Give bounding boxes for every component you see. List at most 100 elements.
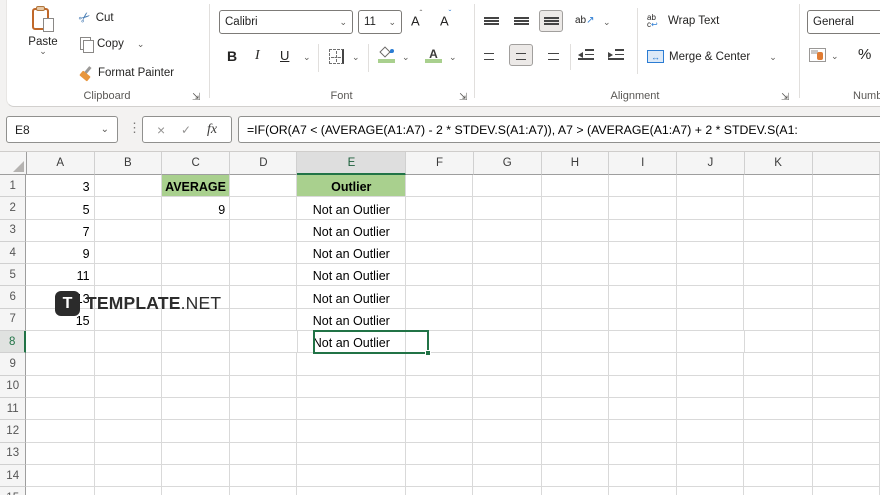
font-color-button[interactable]: A [425,47,442,63]
cell-C5[interactable] [162,264,230,286]
cell-J7[interactable] [677,309,744,331]
col-header-H[interactable]: H [542,152,609,175]
cell-A9[interactable] [26,353,94,375]
cell-L6[interactable] [813,286,880,308]
cell-G11[interactable] [473,398,541,420]
cancel-icon[interactable]: × [157,122,165,138]
cell-J12[interactable] [677,420,744,442]
italic-button[interactable]: I [255,48,260,64]
cell-B12[interactable] [95,420,162,442]
cell-K4[interactable] [744,242,812,264]
cell-H15[interactable] [542,487,609,495]
cell-B9[interactable] [95,353,162,375]
cell-I11[interactable] [609,398,677,420]
row-header-1[interactable]: 1 [0,175,26,197]
cell-B15[interactable] [95,487,162,495]
cell-A11[interactable] [26,398,94,420]
cell-E4[interactable]: Not an Outlier [297,242,406,264]
cell-A2[interactable]: 5 [26,197,94,219]
row-header-2[interactable]: 2 [0,197,26,219]
font-name-select[interactable]: Calibri ⌄ [219,10,353,34]
cell-D14[interactable] [230,465,297,487]
cell-L10[interactable] [813,376,880,398]
cell-D11[interactable] [230,398,297,420]
cell-A12[interactable] [26,420,94,442]
cell-F14[interactable] [406,465,473,487]
cell-F10[interactable] [406,376,473,398]
cell-H13[interactable] [542,443,609,465]
font-color-chevron-icon[interactable]: ⌄ [449,54,457,60]
font-dialog-launcher-icon[interactable]: ⇲ [459,92,467,103]
cell-A3[interactable]: 7 [26,220,94,242]
cell-F1[interactable] [406,175,473,197]
merge-center-button[interactable]: ↔ Merge & Center ⌄ [647,50,777,63]
cell-G8[interactable] [473,331,541,353]
cell-E13[interactable] [297,443,406,465]
cell-L1[interactable] [813,175,880,197]
cell-L4[interactable] [813,242,880,264]
cell-A5[interactable]: 11 [26,264,94,286]
cell-H8[interactable] [542,331,609,353]
cell-E7[interactable]: Not an Outlier [297,309,406,331]
cell-E8[interactable]: Not an Outlier [298,331,407,353]
cell-H5[interactable] [542,264,609,286]
cell-L15[interactable] [813,487,880,495]
cell-K2[interactable] [744,197,812,219]
col-header-B[interactable]: B [95,152,162,175]
cell-F6[interactable] [406,286,473,308]
cell-K15[interactable] [744,487,812,495]
cell-D7[interactable] [230,309,297,331]
row-header-6[interactable]: 6 [0,286,26,308]
cell-C14[interactable] [162,465,230,487]
cell-K12[interactable] [744,420,812,442]
cell-C9[interactable] [162,353,230,375]
cell-A13[interactable] [26,443,94,465]
cell-J4[interactable] [677,242,744,264]
name-box[interactable]: E8 ⌄ [6,116,118,143]
cell-C13[interactable] [162,443,230,465]
cell-H1[interactable] [542,175,609,197]
cell-C3[interactable] [162,220,230,242]
select-all-corner[interactable] [0,152,27,175]
merge-center-chevron-icon[interactable]: ⌄ [769,54,777,60]
increase-indent-button[interactable] [608,49,624,60]
cell-F5[interactable] [406,264,473,286]
col-header-F[interactable]: F [406,152,473,175]
cell-J10[interactable] [677,376,744,398]
percent-style-button[interactable]: % [858,46,871,63]
cell-I1[interactable] [609,175,677,197]
cell-L3[interactable] [813,220,880,242]
cell-D3[interactable] [230,220,297,242]
row-header-13[interactable]: 13 [0,443,26,465]
cell-H7[interactable] [542,309,609,331]
fill-color-button[interactable] [378,48,395,63]
col-header-D[interactable]: D [230,152,297,175]
cell-F11[interactable] [406,398,473,420]
insert-function-icon[interactable]: fx [207,122,217,138]
row-header-4[interactable]: 4 [0,242,26,264]
cell-D2[interactable] [230,197,297,219]
wrap-text-button[interactable]: ab c↩ Wrap Text [647,14,719,28]
cell-C1[interactable]: AVERAGE [162,175,230,197]
cell-I2[interactable] [609,197,677,219]
cell-F2[interactable] [406,197,473,219]
cell-G7[interactable] [473,309,541,331]
cell-L12[interactable] [813,420,880,442]
row-header-7[interactable]: 7 [0,309,26,331]
align-right-button[interactable] [539,44,563,66]
cell-F4[interactable] [406,242,473,264]
cell-E2[interactable]: Not an Outlier [297,197,406,219]
align-left-button[interactable] [479,44,503,66]
col-header-J[interactable]: J [677,152,744,175]
row-header-9[interactable]: 9 [0,353,26,375]
cell-K14[interactable] [744,465,812,487]
cell-A8[interactable] [26,331,94,353]
row-header-3[interactable]: 3 [0,220,26,242]
cell-E10[interactable] [297,376,406,398]
cell-D12[interactable] [230,420,297,442]
cell-B13[interactable] [95,443,162,465]
cell-D8[interactable] [230,331,297,353]
paste-chevron-icon[interactable]: ⌄ [21,48,65,54]
col-header-E[interactable]: E [297,152,406,175]
cell-L5[interactable] [813,264,880,286]
